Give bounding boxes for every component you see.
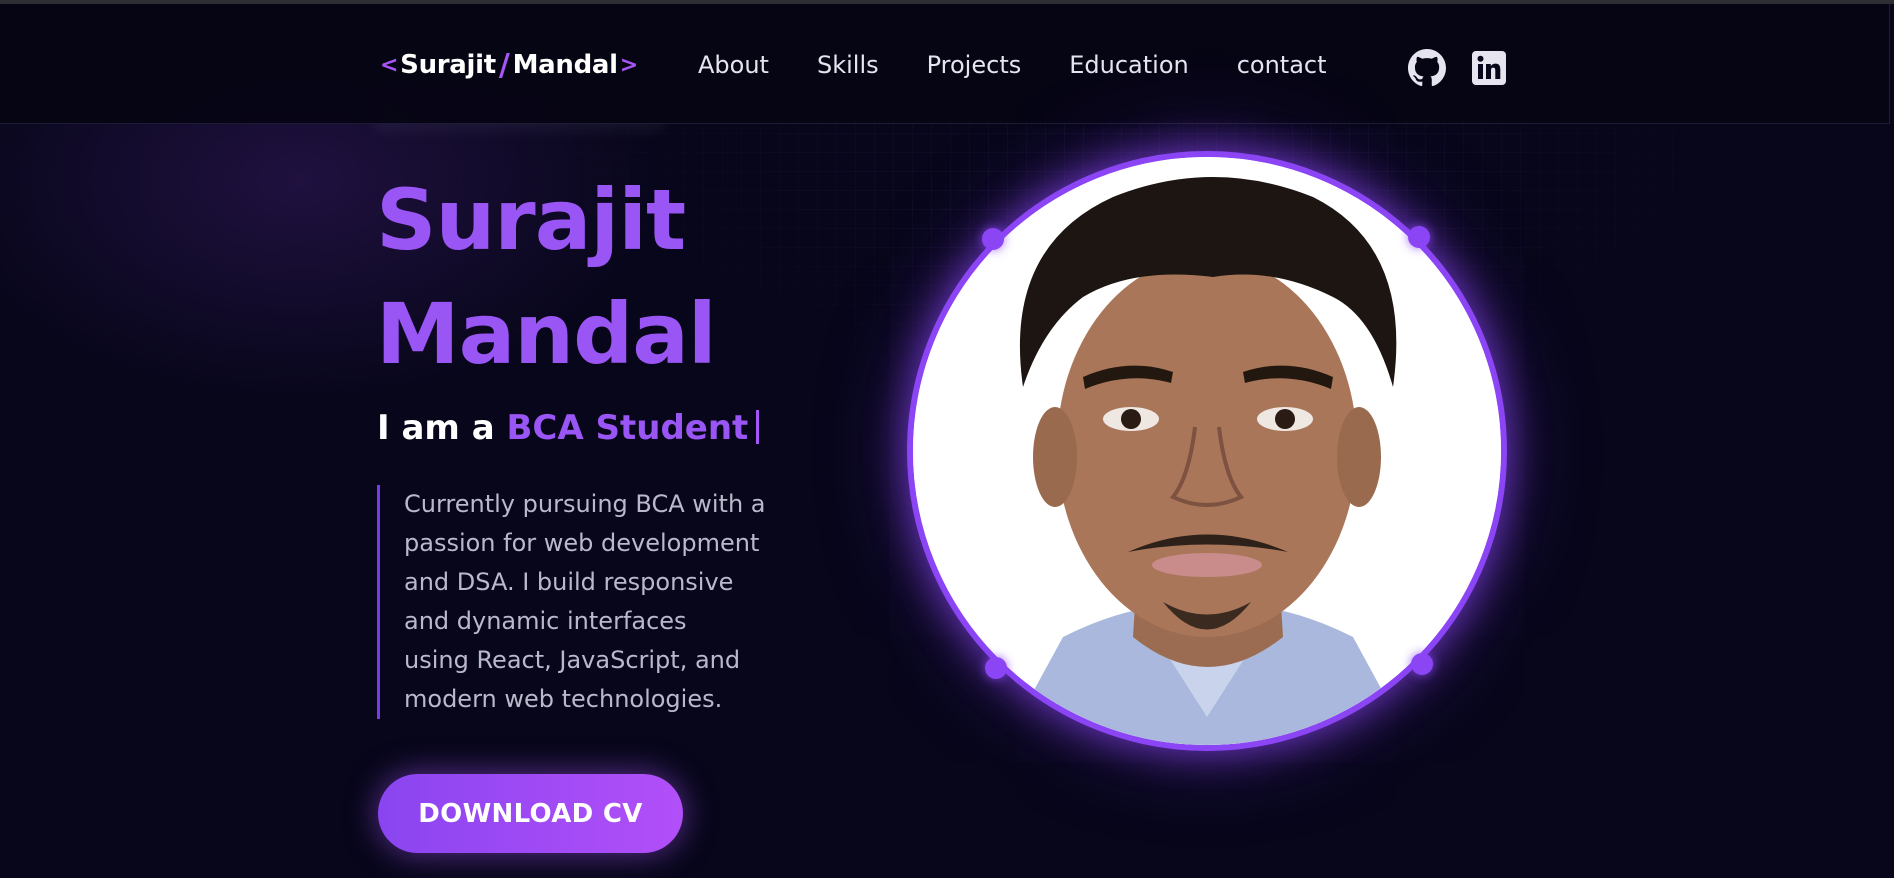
linkedin-icon[interactable]: [1470, 49, 1508, 87]
logo-slash: /: [498, 47, 510, 83]
hero-description: Currently pursuing BCA with a passion fo…: [377, 485, 797, 719]
github-icon[interactable]: [1408, 49, 1446, 87]
orbit-dot-top-left: [982, 228, 1004, 250]
social-links: [1408, 49, 1532, 87]
hero-role: I am a BCA Student: [377, 404, 760, 452]
download-cv-button[interactable]: DOWNLOAD CV: [378, 774, 683, 853]
nav-link-skills[interactable]: Skills: [817, 50, 879, 80]
navbar: < Surajit / Mandal > About Skills Projec…: [0, 4, 1890, 124]
nav-link-projects[interactable]: Projects: [927, 50, 1022, 80]
nav-link-about[interactable]: About: [698, 50, 769, 80]
logo-open-bracket: <: [380, 52, 399, 78]
role-typed-text: BCA Student: [506, 408, 749, 448]
nav-link-contact[interactable]: contact: [1237, 50, 1327, 80]
logo-close-bracket: >: [619, 52, 638, 78]
orbit-dot-bottom-right: [1411, 653, 1433, 675]
orbit-dot-bottom-left: [985, 657, 1007, 679]
typing-cursor: [756, 410, 760, 444]
portfolio-page: < Surajit / Mandal > About Skills Projec…: [0, 0, 1894, 878]
nav-links: About Skills Projects Education contact: [698, 50, 1375, 80]
hero-name: Surajit Mandal: [376, 163, 717, 391]
logo-first-name: Surajit: [400, 50, 496, 80]
hero-name-last: Mandal: [376, 285, 717, 383]
hero-name-first: Surajit: [376, 171, 686, 269]
role-prefix: I am a: [377, 408, 495, 448]
orbit-dot-top-right: [1408, 226, 1430, 248]
nav-link-education[interactable]: Education: [1069, 50, 1188, 80]
logo-last-name: Mandal: [512, 50, 619, 80]
site-logo[interactable]: < Surajit / Mandal >: [378, 47, 640, 83]
